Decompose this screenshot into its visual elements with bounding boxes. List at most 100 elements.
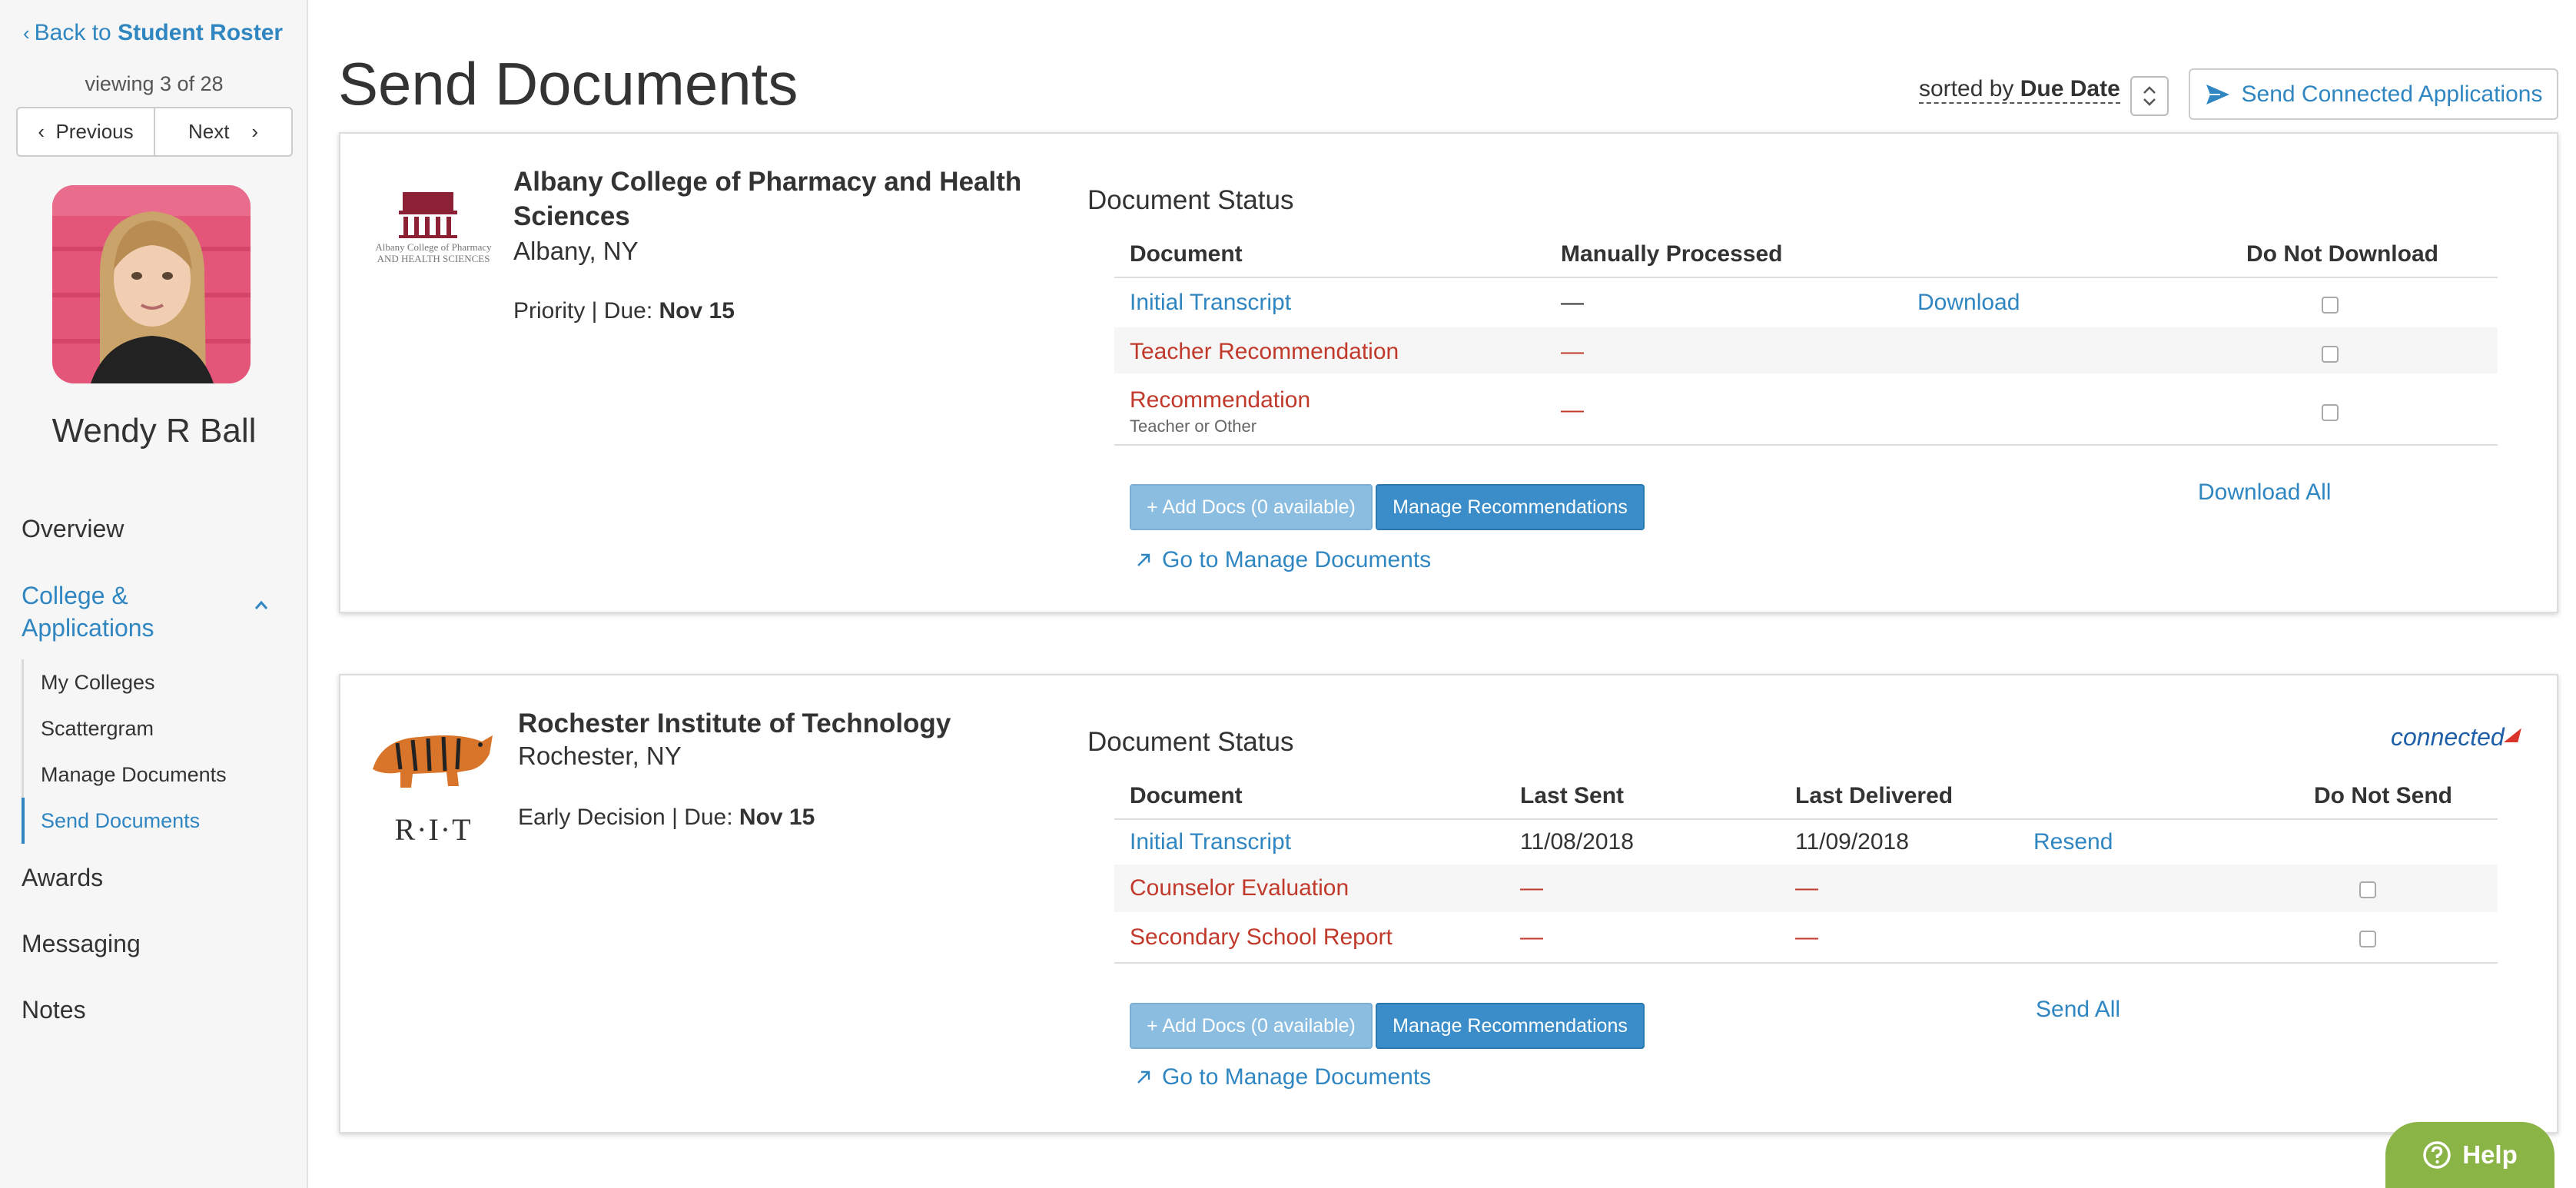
college-name: Rochester Institute of Technology (518, 708, 951, 738)
doc-teacher-recommendation[interactable]: Teacher Recommendation (1130, 339, 1399, 365)
doc-counselor-evaluation[interactable]: Counselor Evaluation (1130, 875, 1349, 901)
go-to-manage-documents-link[interactable]: Go to Manage Documents (1134, 1064, 1431, 1090)
connected-logo: connected◢ (2391, 723, 2518, 752)
paper-plane-icon (2206, 84, 2229, 105)
table-divider (1114, 444, 2498, 446)
column-do-not-download: Do Not Download (2246, 241, 2438, 267)
status-dash: — (1561, 397, 1584, 423)
college-name-line2: Sciences (513, 201, 630, 231)
subnav-send-documents[interactable]: Send Documents (22, 798, 275, 844)
do-not-download-checkbox[interactable] (2322, 297, 2339, 314)
table-row (1114, 375, 2498, 436)
go-to-manage-documents-label: Go to Manage Documents (1162, 1064, 1432, 1090)
college-card-albany: Albany College of Pharmacy AND HEALTH SC… (339, 132, 2558, 613)
document-status-title: Document Status (1087, 727, 1294, 757)
manage-recommendations-button[interactable]: Manage Recommendations (1376, 484, 1645, 530)
albany-logo-caption: Albany College of Pharmacy AND HEALTH SC… (375, 241, 492, 264)
manage-recommendations-button[interactable]: Manage Recommendations (1376, 1003, 1645, 1049)
add-docs-button[interactable]: + Add Docs (0 available) (1130, 1003, 1373, 1049)
chevron-up-icon[interactable] (254, 598, 269, 613)
sort-value: Due Date (2020, 76, 2120, 101)
page-title: Send Documents (338, 50, 798, 118)
last-delivered-dash: — (1795, 875, 1818, 901)
last-sent-dash: — (1520, 875, 1543, 901)
do-not-download-checkbox[interactable] (2322, 346, 2339, 363)
viewing-count: viewing 3 of 28 (85, 72, 224, 95)
next-label: Next (188, 120, 230, 143)
rit-logo (367, 715, 497, 815)
sort-label[interactable]: sorted by Due Date (1919, 76, 2120, 104)
column-manually-processed: Manually Processed (1561, 241, 1783, 267)
nav-awards[interactable]: Awards (22, 864, 103, 892)
college-location: Rochester, NY (518, 742, 682, 770)
student-avatar (52, 185, 251, 383)
nav-college-line1: College & (22, 582, 128, 609)
next-button[interactable]: Next › (155, 108, 291, 155)
connected-swoosh-icon: ◢ (2504, 724, 2519, 745)
doc-initial-transcript[interactable]: Initial Transcript (1130, 829, 1291, 855)
previous-label: Previous (55, 120, 134, 143)
subnav-my-colleges[interactable]: My Colleges (24, 659, 277, 705)
nav-college-applications[interactable]: College & Applications (22, 579, 154, 644)
subnav-scattergram[interactable]: Scattergram (24, 705, 277, 752)
help-button[interactable]: Help (2385, 1122, 2554, 1188)
column-last-sent: Last Sent (1520, 783, 1625, 808)
back-to-roster-link[interactable]: ‹ Back to Student Roster (23, 20, 283, 46)
do-not-download-checkbox[interactable] (2322, 404, 2339, 421)
doc-subnote: Teacher or Other (1130, 416, 1257, 436)
external-arrow-icon (1137, 553, 1150, 566)
table-divider (1114, 962, 2498, 964)
nav-college-line2: Applications (22, 614, 154, 642)
due-date: Nov 15 (739, 805, 815, 830)
pager: ‹ Previous Next › (16, 107, 293, 157)
college-name-line1: Albany College of Pharmacy and Health (513, 167, 1022, 197)
download-link[interactable]: Download (1917, 290, 2020, 316)
sort-direction-button[interactable] (2130, 76, 2169, 116)
nav-messaging[interactable]: Messaging (22, 930, 141, 958)
external-arrow-icon (1137, 1070, 1150, 1083)
last-sent-value: 11/08/2018 (1520, 829, 1634, 854)
help-label: Help (2462, 1140, 2518, 1169)
college-location: Albany, NY (513, 237, 639, 265)
college-due: Early Decision | Due: Nov 15 (518, 805, 815, 831)
nav-overview[interactable]: Overview (22, 515, 124, 543)
go-to-manage-documents-label: Go to Manage Documents (1162, 547, 1432, 572)
status-dash: — (1561, 290, 1584, 315)
doc-recommendation[interactable]: Recommendation (1130, 387, 1310, 413)
last-delivered-dash: — (1795, 924, 1818, 950)
due-prefix: Priority | Due: (513, 298, 659, 324)
go-to-manage-documents-link[interactable]: Go to Manage Documents (1134, 547, 1431, 573)
do-not-send-checkbox[interactable] (2359, 881, 2376, 898)
chevron-left-icon: ‹ (23, 22, 30, 45)
subnav-manage-documents[interactable]: Manage Documents (24, 752, 277, 798)
sort-prefix: sorted by (1919, 76, 2020, 101)
question-circle-icon (2423, 1141, 2451, 1169)
document-status-title: Document Status (1087, 185, 1294, 215)
do-not-send-checkbox[interactable] (2359, 931, 2376, 947)
due-date: Nov 15 (659, 298, 735, 324)
status-dash: — (1561, 339, 1584, 364)
sidebar: ‹ Back to Student Roster viewing 3 of 28 … (0, 0, 308, 1188)
send-connected-label: Send Connected Applications (2241, 81, 2543, 107)
college-card-rit: R·I·T Rochester Institute of Technology … (339, 674, 2558, 1133)
download-all-link[interactable]: Download All (2198, 480, 2331, 506)
last-delivered-value: 11/09/2018 (1795, 829, 1909, 854)
column-document: Document (1130, 241, 1243, 267)
last-sent-dash: — (1520, 924, 1543, 950)
nav-notes[interactable]: Notes (22, 996, 86, 1024)
college-subnav: My Colleges Scattergram Manage Documents… (22, 659, 277, 844)
doc-initial-transcript[interactable]: Initial Transcript (1130, 290, 1291, 316)
column-last-delivered: Last Delivered (1795, 783, 1954, 808)
connected-logo-text: connected (2391, 723, 2505, 751)
doc-secondary-school-report[interactable]: Secondary School Report (1130, 924, 1393, 951)
back-target: Student Roster (118, 20, 284, 45)
add-docs-button[interactable]: + Add Docs (0 available) (1130, 484, 1373, 530)
chevron-right-icon: › (229, 120, 259, 143)
table-row (1114, 278, 2498, 326)
send-connected-applications-button[interactable]: Send Connected Applications (2189, 68, 2558, 120)
send-all-link[interactable]: Send All (2036, 997, 2120, 1023)
previous-button[interactable]: ‹ Previous (18, 108, 155, 155)
resend-link[interactable]: Resend (2033, 829, 2113, 855)
due-prefix: Early Decision | Due: (518, 805, 739, 830)
student-name: Wendy R Ball (51, 412, 257, 450)
